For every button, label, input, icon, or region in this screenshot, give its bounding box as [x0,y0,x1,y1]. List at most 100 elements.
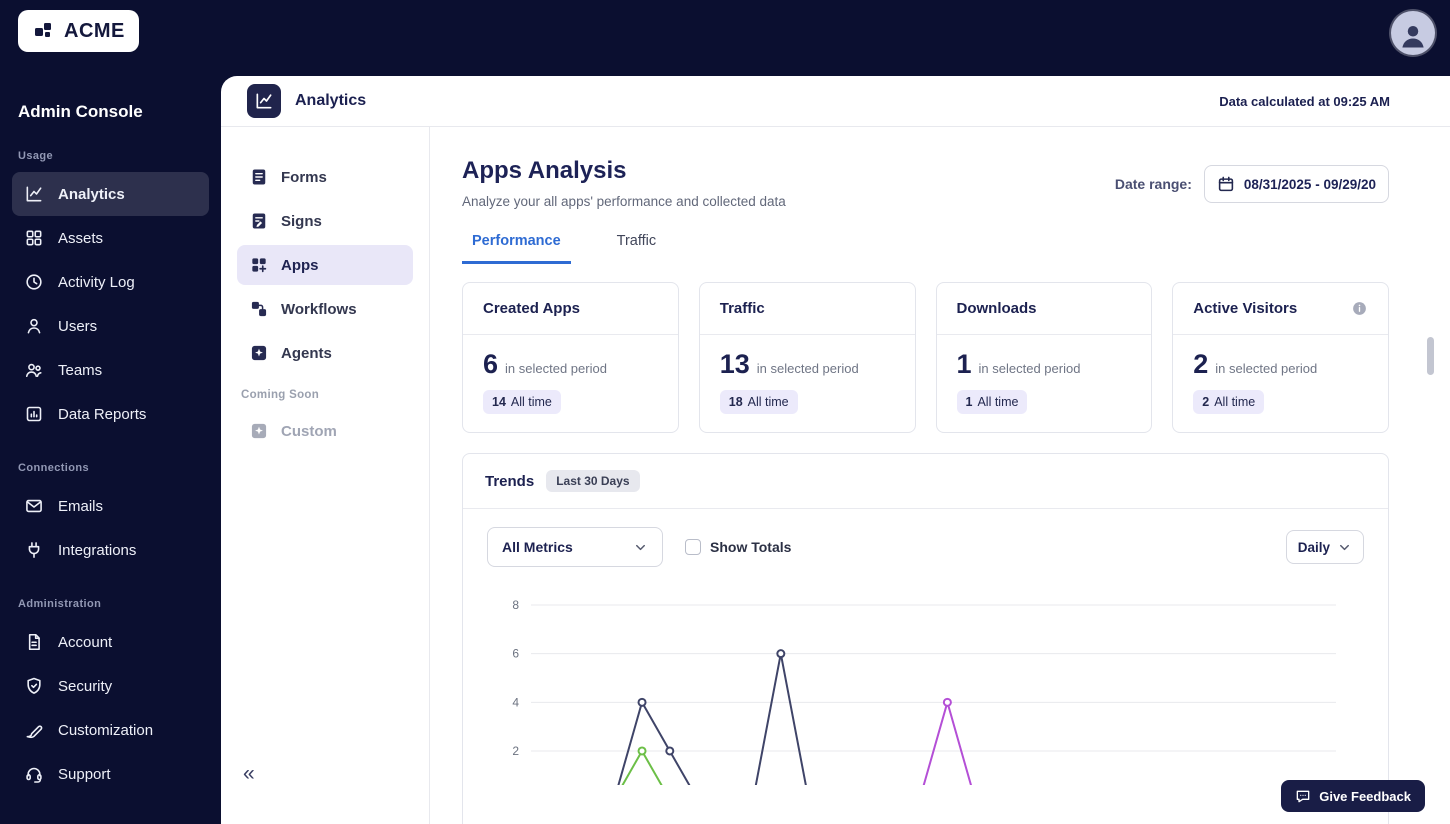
sidebar-item-label: Teams [58,361,103,379]
acme-logo-mark-icon [32,19,56,43]
subnav-item-apps[interactable]: Apps [237,245,413,285]
show-totals-label: Show Totals [710,539,792,555]
subnav-item-label: Signs [281,212,322,230]
sidebar-item-label: Emails [58,497,104,515]
collapse-subnav-button[interactable]: « [243,763,255,784]
date-range: Date range: 08/31/2025 - 09/29/20 [1115,165,1389,203]
stat-period-label: in selected period [756,361,859,376]
subnav-item-label: Agents [281,344,332,362]
navy-line-point [665,746,675,756]
trends-chart-svg: 2 4 6 8 [512,598,1336,785]
page-title: Apps Analysis [462,157,627,184]
stat-card-header: Created Apps [463,283,678,335]
date-range-picker[interactable]: 08/31/2025 - 09/29/20 [1203,165,1389,203]
stat-card-body: 2 in selected period 2 All time [1173,335,1388,432]
give-feedback-label: Give Feedback [1319,788,1411,804]
chevron-down-icon [633,540,648,555]
stat-value: 13 [719,349,750,379]
sidebar-sections: Usage Analytics Assets Activity Log Users Tea… [12,150,209,796]
sidebar-item-label: Assets [58,229,104,247]
sidebar-item-label: Support [58,765,111,783]
sidebar-item-data-reports[interactable]: Data Reports [12,392,209,436]
tab-performance[interactable]: Performance [462,233,571,264]
sidebar-item-account[interactable]: Account [12,620,209,664]
sidebar-item-security[interactable]: Security [12,664,209,708]
sidebar-item-label: Customization [58,721,154,739]
all-time-badge: 1 All time [956,390,1028,414]
sidebar-item-label: Data Reports [58,405,147,423]
sidebar-item-support[interactable]: Support [12,752,209,796]
subnav-item-forms[interactable]: Forms [237,157,413,197]
show-totals-toggle[interactable]: Show Totals [685,539,791,555]
page-subtitle: Analyze your all apps' performance and c… [462,194,786,209]
stat-cards: Created Apps 6 in selected period 14 All tim… [462,282,1389,433]
sidebar-section-label: Connections [18,462,90,474]
trends-controls: All Metrics Show Totals Daily [463,509,1388,567]
subnav-item-agents[interactable]: Agents [237,333,413,373]
chevron-down-icon [1337,540,1352,555]
stat-card-active-visitors: Active Visitors 2 in selected period 2 All t… [1172,282,1389,433]
trends-period-badge: Last 30 Days [546,470,640,492]
subnav-item-workflows[interactable]: Workflows [237,289,413,329]
brush-icon [24,720,44,740]
all-time-badge: 2 All time [1193,390,1265,414]
acme-logo[interactable]: ACME [18,10,139,52]
subnav-items: Forms Signs Apps Workflows Agents [237,157,413,373]
subnav-item-signs[interactable]: Signs [237,201,413,241]
page-head: Apps Analysis Analyze your all apps' per… [462,157,1389,209]
person-icon [1402,26,1424,48]
apps-grid-icon [249,255,269,275]
navy-line-point [776,649,786,659]
sidebar-item-activity-log[interactable]: Activity Log [12,260,209,304]
svg-text:4: 4 [512,695,519,709]
stat-card-header: Active Visitors [1173,283,1388,335]
stat-card-title: Downloads [956,300,1037,317]
stat-card-header: Traffic [699,283,915,335]
sidebar-item-label: Integrations [58,541,137,559]
navy-line [617,652,807,785]
envelope-icon [24,496,44,516]
headset-icon [24,764,44,784]
sidebar-section-label: Usage [18,150,54,162]
sidebar-item-emails[interactable]: Emails [12,484,209,528]
show-totals-checkbox[interactable] [685,539,701,555]
signs-icon [249,211,269,231]
stat-value: 2 [1193,349,1209,379]
svg-text:2: 2 [512,744,519,758]
give-feedback-button[interactable]: Give Feedback [1281,780,1425,812]
interval-select-value: Daily [1297,539,1330,555]
stat-card-body: 1 in selected period 1 All time [937,335,1152,432]
scrollbar-thumb[interactable] [1427,337,1434,375]
interval-select[interactable]: Daily [1285,530,1364,564]
chart-line-icon [24,184,44,204]
sidebar-section-label: Administration [18,598,102,610]
module-title: Analytics [295,92,367,109]
user-avatar[interactable] [1391,11,1435,55]
plug-icon [24,540,44,560]
sidebar-item-integrations[interactable]: Integrations [12,528,209,572]
stat-period-label: in selected period [1215,361,1318,376]
sidebar-title: Admin Console [18,102,143,121]
sidebar-item-customization[interactable]: Customization [12,708,209,752]
data-reports-icon [24,404,44,424]
main-panel: Analytics Data calculated at 09:25 AM Fo… [221,76,1450,824]
stat-card-title: Created Apps [483,300,580,317]
all-time-value: 2 [1202,395,1210,409]
sidebar-item-users[interactable]: Users [12,304,209,348]
custom-sparkle-icon [249,421,269,441]
tab-traffic[interactable]: Traffic [607,233,666,264]
stat-value: 1 [956,349,972,379]
trends-card: Trends Last 30 Days All Metrics Show Tot… [462,453,1389,824]
metrics-select[interactable]: All Metrics [487,527,663,567]
sidebar-item-analytics[interactable]: Analytics [12,172,209,216]
stat-card-header: Downloads [936,283,1152,335]
sidebar-item-assets[interactable]: Assets [12,216,209,260]
subnav-item-custom: Custom [237,411,413,451]
info-icon[interactable] [1351,300,1368,317]
sidebar-item-teams[interactable]: Teams [12,348,209,392]
main-body: Forms Signs Apps Workflows Agents Coming Soo… [221,127,1450,824]
sidebar-item-label: Users [58,317,98,335]
sidebar-item-label: Security [58,677,113,695]
acme-logo-text: ACME [64,19,125,42]
stat-card-created-apps: Created Apps 6 in selected period 14 All tim… [462,282,679,433]
